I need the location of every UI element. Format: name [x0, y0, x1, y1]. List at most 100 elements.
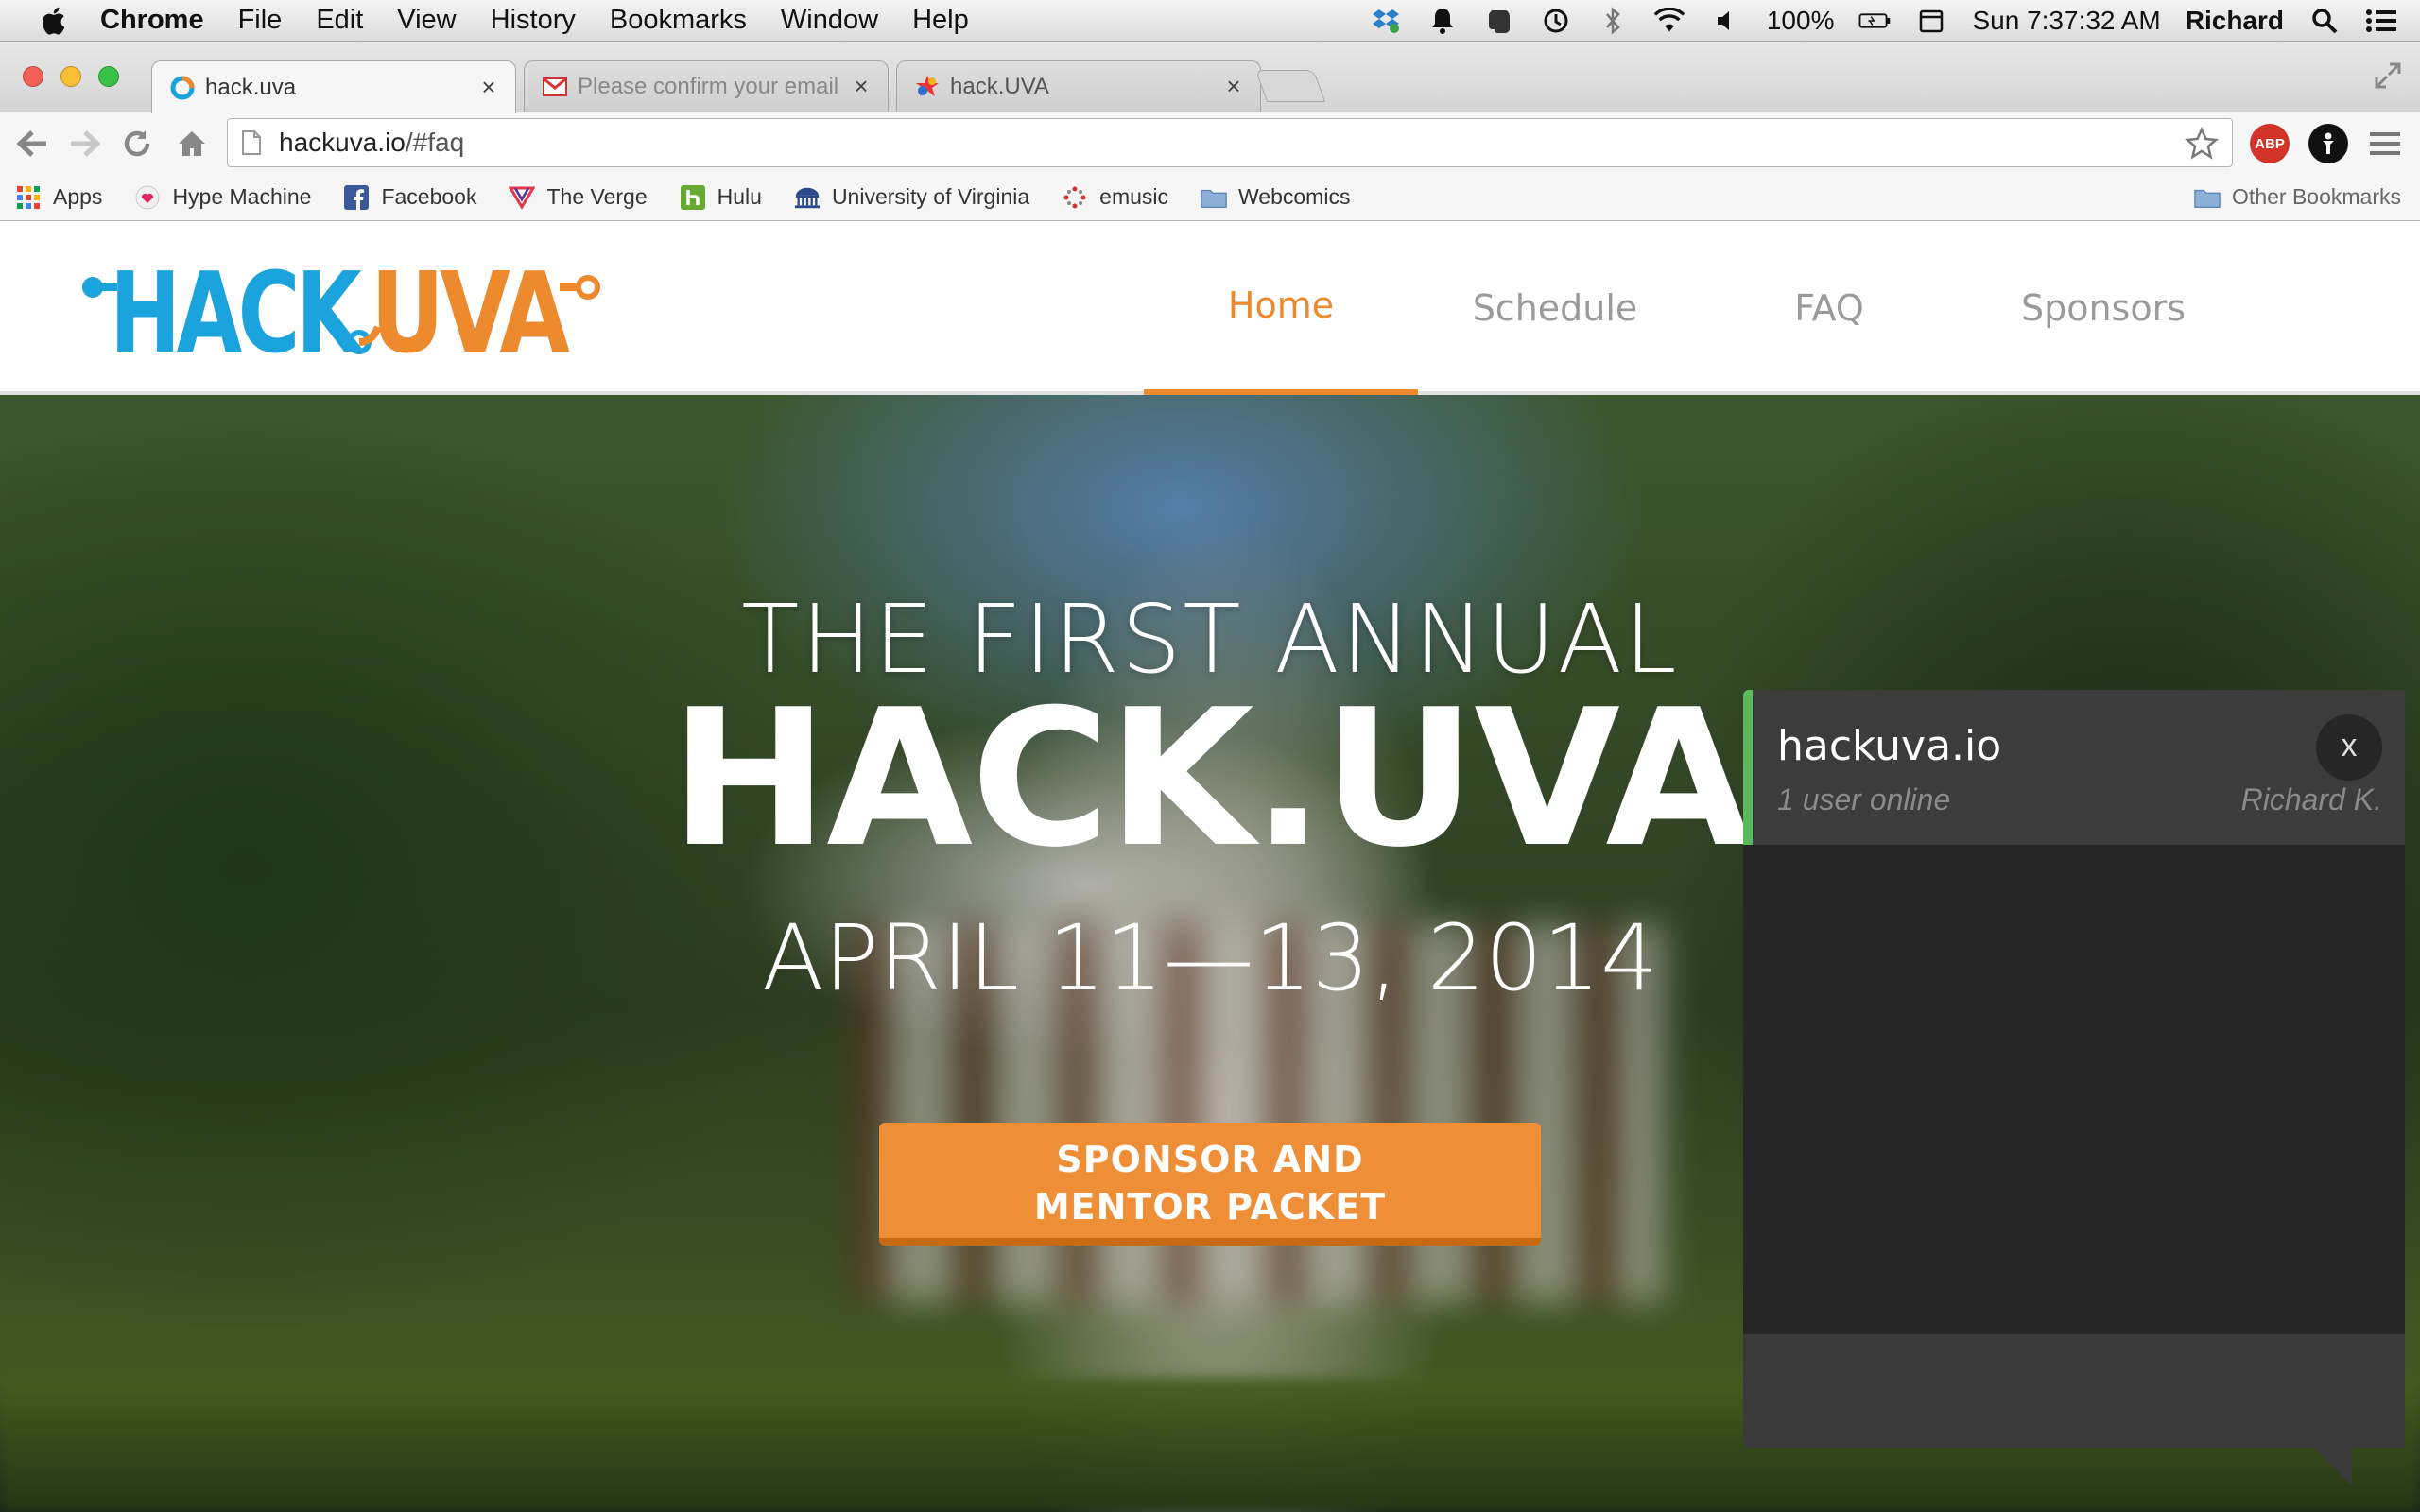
cta-line-2: MENTOR PACKET [1033, 1186, 1387, 1228]
clock[interactable]: Sun 7:37:32 AM [1972, 6, 2160, 36]
folder-icon [2194, 184, 2221, 211]
nav-schedule[interactable]: Schedule [1418, 221, 1692, 395]
window-minimize-button[interactable] [60, 66, 81, 87]
browser-toolbar: hackuva.io/#faq ABP [0, 112, 2420, 174]
bookmark-apps[interactable]: Apps [15, 184, 102, 211]
menu-extras: 100% Sun 7:37:32 AM Richard [1370, 0, 2397, 42]
gmail-favicon-icon [543, 77, 567, 96]
tab-gmail[interactable]: Please confirm your email × [524, 60, 889, 112]
new-tab-button[interactable] [1254, 70, 1326, 102]
hackuva-logo[interactable]: HACK UVA [76, 249, 605, 372]
bookmark-label: Webcomics [1238, 184, 1351, 209]
battery-icon[interactable] [1858, 6, 1891, 36]
bookmark-label: emusic [1099, 184, 1169, 209]
menu-view[interactable]: View [397, 5, 456, 36]
bookmark-label: University of Virginia [831, 184, 1030, 209]
home-icon[interactable] [174, 126, 210, 162]
window-close-button[interactable] [23, 66, 43, 87]
tab-title: hack.uva [205, 74, 297, 100]
bookmark-other-bookmarks[interactable]: Other Bookmarks [2194, 184, 2401, 211]
menu-window[interactable]: Window [781, 5, 878, 36]
chat-message-input[interactable] [1743, 1334, 2405, 1448]
menu-file[interactable]: File [238, 5, 283, 36]
chat-close-button[interactable]: x [2316, 714, 2382, 781]
site-nav: Home Schedule FAQ Sponsors [1144, 221, 2240, 395]
chat-messages[interactable] [1743, 845, 2405, 1334]
hackuva-favicon-icon [170, 76, 195, 99]
menu-help[interactable]: Help [912, 5, 969, 36]
bookmark-label: Hulu [717, 184, 762, 209]
tab-close-icon[interactable]: × [848, 72, 874, 101]
emusic-icon [1062, 184, 1088, 211]
cta-line-1: SPONSOR AND [1056, 1139, 1364, 1180]
chat-pointer-tail [2314, 1448, 2352, 1486]
bookmark-label: Hype Machine [172, 184, 312, 209]
notification-center-icon[interactable] [2365, 6, 2397, 36]
bookmark-label: The Verge [546, 184, 648, 209]
dropbox-icon[interactable] [1370, 6, 1402, 36]
nav-faq[interactable]: FAQ [1692, 221, 1966, 395]
extension-icon[interactable] [2308, 124, 2348, 163]
bookmark-hulu[interactable]: Hulu [680, 184, 762, 211]
back-icon[interactable] [15, 126, 51, 162]
url-text[interactable]: hackuva.io/#faq [279, 128, 464, 158]
tab-close-icon[interactable]: × [475, 73, 502, 102]
apple-menu-icon[interactable] [38, 4, 72, 38]
reload-icon[interactable] [119, 126, 155, 162]
fullscreen-icon[interactable] [2373, 60, 2403, 91]
facebook-icon [343, 184, 370, 211]
tab-title: Please confirm your email [578, 73, 839, 99]
bookmark-facebook[interactable]: Facebook [343, 184, 476, 211]
bookmark-emusic[interactable]: emusic [1062, 184, 1168, 211]
nav-sponsors[interactable]: Sponsors [1966, 221, 2240, 395]
notification-bell-icon[interactable] [1426, 6, 1459, 36]
battery-percentage: 100% [1766, 6, 1835, 35]
chat-title: hackuva.io [1777, 722, 2002, 770]
heart-icon [134, 184, 161, 211]
nav-home[interactable]: Home [1144, 221, 1418, 395]
time-machine-icon[interactable] [1540, 6, 1572, 36]
evernote-icon[interactable] [1483, 6, 1515, 36]
chrome-menu-icon[interactable] [2365, 124, 2405, 163]
chat-users-online: 1 user online [1777, 782, 1951, 816]
fast-user-switch[interactable]: Richard [2186, 6, 2284, 36]
bookmark-label: Apps [53, 184, 103, 209]
tab-close-icon[interactable]: × [1220, 72, 1247, 101]
bookmark-star-icon[interactable] [2185, 127, 2219, 161]
volume-icon[interactable] [1710, 6, 1742, 36]
bookmark-the-verge[interactable]: The Verge [509, 184, 648, 211]
bookmark-hype-machine[interactable]: Hype Machine [134, 184, 311, 211]
menu-app-name[interactable]: Chrome [100, 5, 204, 36]
bookmark-label: Other Bookmarks [2232, 184, 2401, 209]
logo-uva-text: UVA [371, 249, 570, 372]
logo-hack-text: HACK [110, 249, 365, 372]
url-path: /#faq [405, 128, 465, 157]
calendar-icon[interactable] [1915, 6, 1947, 36]
bluetooth-icon[interactable] [1597, 6, 1629, 36]
wifi-icon[interactable] [1653, 6, 1685, 36]
window-zoom-button[interactable] [98, 66, 119, 87]
page-icon [242, 130, 261, 155]
site-header: HACK UVA Home Schedule FAQ Sponsors [0, 221, 2420, 395]
forward-icon[interactable] [66, 126, 102, 162]
bookmark-label: Facebook [381, 184, 477, 209]
menu-edit[interactable]: Edit [316, 5, 363, 36]
address-bar[interactable]: hackuva.io/#faq [227, 118, 2233, 167]
tab-hack-uva-2[interactable]: hack.UVA × [896, 60, 1261, 112]
bookmark-university-of-virginia[interactable]: University of Virginia [794, 184, 1029, 211]
tab-hack-uva[interactable]: hack.uva × [151, 60, 516, 113]
sponsor-mentor-packet-button[interactable]: SPONSOR AND MENTOR PACKET [879, 1123, 1541, 1246]
url-host: hackuva.io [279, 128, 406, 157]
adblock-plus-icon[interactable]: ABP [2250, 124, 2290, 163]
bookmarks-bar: Apps Hype Machine Facebook The Verge Hul… [0, 174, 2420, 221]
menu-history[interactable]: History [491, 5, 576, 36]
chat-header[interactable]: hackuva.io 1 user online Richard K. x [1743, 690, 2405, 845]
tab-title: hack.UVA [950, 73, 1049, 99]
browser-tab-strip: hack.uva × Please confirm your email × h… [0, 42, 2420, 113]
menu-bookmarks[interactable]: Bookmarks [610, 5, 747, 36]
hackuva-star-favicon-icon [916, 75, 939, 96]
bookmark-webcomics[interactable]: Webcomics [1201, 184, 1350, 211]
hulu-icon [680, 184, 706, 211]
spotlight-search-icon[interactable] [2308, 6, 2341, 36]
chat-current-user[interactable]: Richard K. [2241, 782, 2382, 817]
